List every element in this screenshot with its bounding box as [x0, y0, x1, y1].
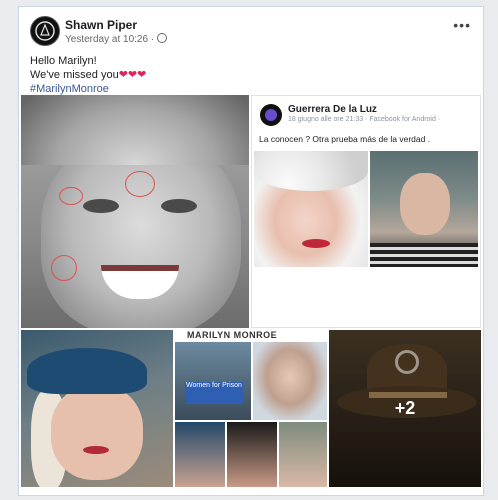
- striped-shirt: [370, 243, 478, 267]
- shared-author-name[interactable]: Guerrera De la Luz: [288, 104, 377, 115]
- shared-post-text: La conocen ? Otra prueba más de la verda…: [259, 134, 431, 144]
- eye-right: [161, 199, 197, 213]
- collage-tile-hat: [227, 422, 277, 487]
- post-text: Hello Marilyn! We've missed you❤❤❤ #Mari…: [30, 54, 146, 96]
- shared-photo-woman-car[interactable]: [370, 151, 478, 267]
- shared-author-avatar[interactable]: [260, 104, 282, 126]
- photo-bw-portrait[interactable]: [21, 95, 249, 328]
- head-shape: [400, 173, 450, 235]
- hair-shape: [21, 95, 249, 165]
- hearts-emoji: ❤❤❤: [118, 69, 147, 81]
- face-shape: [51, 385, 143, 480]
- lips-shape: [302, 239, 330, 248]
- collage-tile-face: [253, 342, 327, 420]
- more-options-button[interactable]: •••: [453, 17, 471, 33]
- collage-title: MARILYN MONROE: [187, 330, 278, 340]
- collage-tile-beret: [175, 422, 225, 487]
- shared-post-meta: 18 giugno alle ore 21:33 · Facebook for …: [288, 116, 441, 123]
- photo-brown-hat[interactable]: +2: [329, 330, 481, 487]
- avatar-logo-icon: [35, 21, 55, 41]
- women-for-prison-sign: Women for Prison: [185, 382, 243, 404]
- globe-icon: [157, 33, 168, 43]
- shared-photo-marilyn[interactable]: [254, 151, 368, 267]
- post-text-line-2: We've missed you❤❤❤: [30, 69, 147, 81]
- facebook-post: Shawn Piper Yesterday at 10:26 · ••• Hel…: [18, 6, 484, 496]
- curls-shape: [254, 151, 368, 191]
- post-meta: Yesterday at 10:26 ·: [65, 33, 168, 45]
- collage-tile-sign: Women for Prison: [175, 342, 251, 420]
- annotation-circle: [125, 171, 155, 197]
- photo-grid: Guerrera De la Luz 18 giugno alle ore 21…: [21, 95, 481, 487]
- more-photos-count[interactable]: +2: [329, 398, 481, 419]
- shared-post[interactable]: Guerrera De la Luz 18 giugno alle ore 21…: [251, 95, 481, 328]
- lips-shape: [83, 446, 109, 454]
- post-text-line-1: Hello Marilyn!: [30, 55, 97, 67]
- post-author-name[interactable]: Shawn Piper: [65, 18, 137, 32]
- eye-left: [83, 199, 119, 213]
- beret-shape: [27, 348, 147, 394]
- annotation-circle: [59, 187, 83, 205]
- photo-collage[interactable]: MARILYN MONROE Women for Prison: [175, 330, 327, 487]
- photo-blue-beret[interactable]: [21, 330, 173, 487]
- author-avatar[interactable]: [30, 16, 60, 46]
- collage-tile-smile: [279, 422, 327, 487]
- hashtag-link[interactable]: #MarilynMonroe: [30, 82, 146, 96]
- annotation-circle: [51, 255, 77, 281]
- post-timestamp[interactable]: Yesterday at 10:26 ·: [65, 34, 154, 45]
